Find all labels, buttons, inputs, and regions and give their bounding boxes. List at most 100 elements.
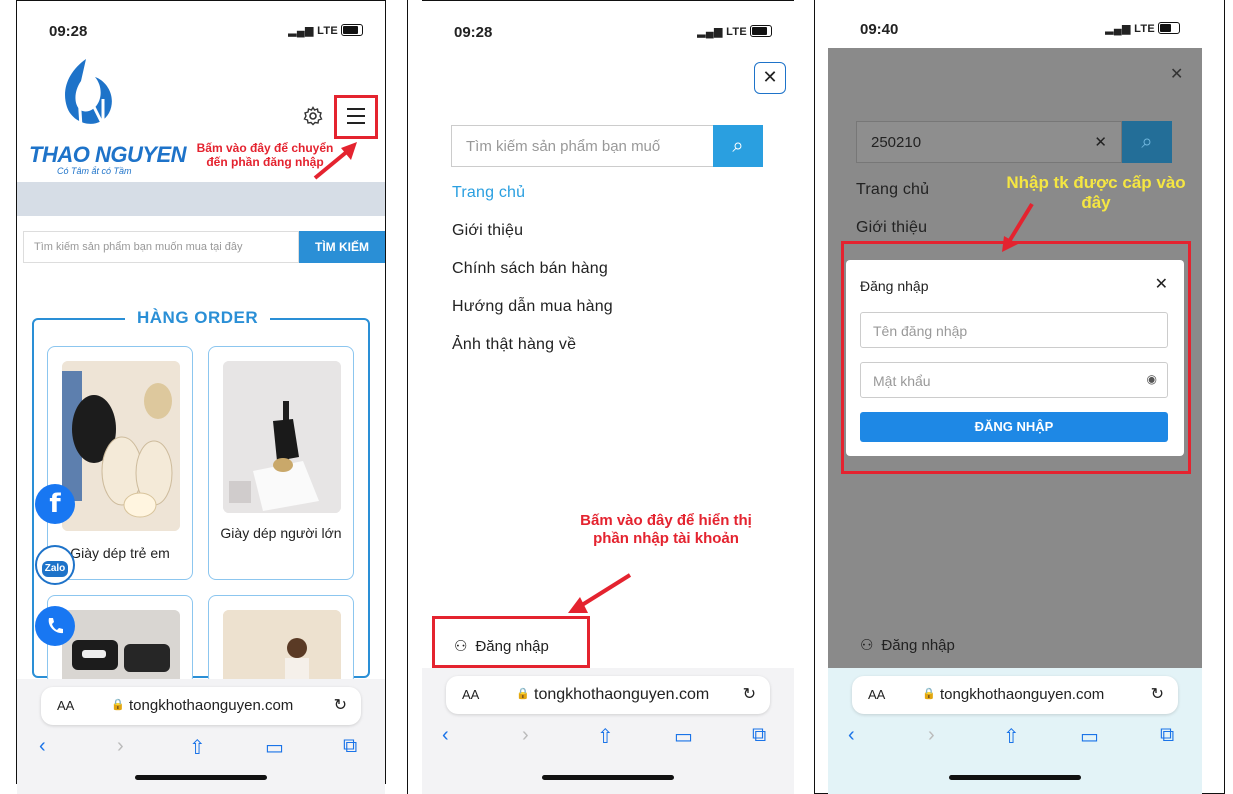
- bookmarks-icon[interactable]: ▭: [265, 735, 284, 760]
- hamburger-menu-icon[interactable]: [347, 108, 365, 124]
- url-text: tongkhothaonguyen.com: [534, 686, 710, 703]
- login-link-label: Đăng nhập: [475, 638, 549, 655]
- search-icon[interactable]: ⌕: [1122, 121, 1172, 163]
- address-bar[interactable]: AA 🔒 tongkhothaonguyen.com ↻: [852, 676, 1178, 714]
- forward-icon[interactable]: ›: [117, 735, 124, 758]
- signal-indicator: ▂▄▆ LTE: [697, 25, 772, 38]
- back-icon[interactable]: ‹: [848, 724, 855, 747]
- modal-title: Đăng nhập: [860, 278, 929, 294]
- product-image: [223, 361, 341, 513]
- dragon-logo-icon: [65, 59, 112, 128]
- tabs-icon[interactable]: ⧉: [1160, 724, 1174, 747]
- back-icon[interactable]: ‹: [39, 735, 46, 758]
- url-text: tongkhothaonguyen.com: [940, 686, 1105, 703]
- search-icon[interactable]: ⌕: [713, 125, 763, 167]
- tabs-icon[interactable]: ⧉: [343, 735, 357, 758]
- panel-3-login-screen: 09:40 ▂▄▆ LTE ✕ 250210 ✕ ⌕ Trang chủ Giớ…: [828, 0, 1202, 794]
- username-field[interactable]: Tên đăng nhập: [860, 312, 1168, 348]
- password-field[interactable]: Mật khẩu ◉: [860, 362, 1168, 398]
- eye-icon[interactable]: ◉: [1147, 372, 1157, 386]
- status-time: 09:28: [454, 24, 493, 41]
- login-link-label: Đăng nhập: [881, 637, 955, 654]
- reload-icon[interactable]: ↻: [334, 695, 347, 715]
- home-indicator: [542, 775, 674, 780]
- home-indicator: [135, 775, 267, 780]
- menu-item-sales-policy[interactable]: Chính sách bán hàng: [452, 260, 608, 278]
- close-menu-button[interactable]: ✕: [754, 62, 786, 94]
- status-bar: 09:28 ▂▄▆ LTE: [422, 19, 794, 47]
- lock-icon: 🔒: [922, 688, 936, 700]
- product-name: Giày dép người lớn: [220, 525, 342, 541]
- text-size-button[interactable]: AA: [868, 687, 885, 702]
- status-time: 09:28: [49, 23, 88, 40]
- section-title: HÀNG ORDER: [125, 308, 271, 328]
- reload-icon[interactable]: ↻: [1151, 684, 1164, 704]
- search-button[interactable]: TÌM KIẾM: [299, 231, 385, 263]
- product-card[interactable]: Giày dép trẻ em: [47, 346, 193, 580]
- menu-item-home[interactable]: Trang chủ: [856, 181, 929, 199]
- address-bar[interactable]: AA 🔒 tongkhothaonguyen.com ↻: [41, 687, 361, 725]
- product-image: [223, 610, 341, 690]
- back-icon[interactable]: ‹: [442, 724, 449, 747]
- modal-close-icon[interactable]: ✕: [1155, 274, 1168, 294]
- menu-item-real-photos[interactable]: Ảnh thật hàng về: [452, 336, 576, 354]
- close-menu-icon[interactable]: ✕: [1170, 64, 1183, 84]
- menu-item-home[interactable]: Trang chủ: [452, 184, 525, 202]
- network-label: LTE: [1134, 23, 1155, 35]
- menu-item-about[interactable]: Giới thiệu: [856, 219, 927, 237]
- product-image: [62, 610, 180, 690]
- forward-icon[interactable]: ›: [522, 724, 529, 747]
- search-value: 250210: [871, 134, 922, 151]
- bookmarks-icon[interactable]: ▭: [674, 724, 693, 749]
- phone-icon[interactable]: [35, 606, 75, 646]
- zalo-label: Zalo: [41, 561, 69, 577]
- signal-indicator: ▂▄▆ LTE: [288, 24, 363, 37]
- panel-2-menu-screen: 09:28 ▂▄▆ LTE ✕ Tìm kiếm sản phẩm bạn mu…: [422, 0, 794, 794]
- login-button[interactable]: ĐĂNG NHẬP: [860, 412, 1168, 442]
- banner-strip: [17, 182, 385, 216]
- share-icon[interactable]: ⇧: [597, 724, 614, 749]
- login-link[interactable]: ⚇ Đăng nhập: [454, 637, 549, 655]
- forward-icon[interactable]: ›: [928, 724, 935, 747]
- logo-tagline: Có Tâm ắt có Tầm: [57, 166, 132, 176]
- address-bar[interactable]: AA 🔒 tongkhothaonguyen.com ↻: [446, 676, 770, 714]
- url-text: tongkhothaonguyen.com: [129, 697, 294, 714]
- reload-icon[interactable]: ↻: [743, 684, 756, 704]
- clear-icon[interactable]: ✕: [1094, 133, 1107, 151]
- user-icon: ⚇: [860, 637, 874, 654]
- login-modal: Đăng nhập ✕ Tên đăng nhập Mật khẩu ◉ ĐĂN…: [846, 260, 1184, 456]
- browser-toolbar: AA 🔒 tongkhothaonguyen.com ↻ ‹ › ⇧ ▭ ⧉: [422, 668, 794, 794]
- search-input[interactable]: Tìm kiếm sản phẩm bạn muốn mua tại đây: [23, 231, 299, 263]
- signal-indicator: ▂▄▆ LTE: [1105, 22, 1180, 35]
- home-indicator: [949, 775, 1081, 780]
- logo-wordmark: THAO NGUYEN: [29, 142, 187, 167]
- settings-gear-icon[interactable]: [303, 106, 323, 126]
- browser-toolbar: AA 🔒 tongkhothaonguyen.com ↻ ‹ › ⇧ ▭ ⧉: [828, 668, 1202, 794]
- text-size-button[interactable]: AA: [462, 687, 479, 702]
- browser-nav: ‹ › ⇧ ▭ ⧉: [422, 724, 794, 754]
- network-label: LTE: [726, 26, 747, 38]
- login-link[interactable]: ⚇ Đăng nhập: [860, 636, 955, 654]
- browser-nav: ‹ › ⇧ ▭ ⧉: [17, 735, 385, 765]
- browser-nav: ‹ › ⇧ ▭ ⧉: [828, 724, 1202, 754]
- status-bar: 09:28 ▂▄▆ LTE: [17, 18, 385, 46]
- facebook-icon[interactable]: f: [35, 484, 75, 524]
- user-icon: ⚇: [454, 638, 468, 655]
- tabs-icon[interactable]: ⧉: [752, 724, 766, 747]
- menu-item-buying-guide[interactable]: Hướng dẫn mua hàng: [452, 298, 613, 316]
- password-placeholder: Mật khẩu: [873, 373, 931, 389]
- zalo-icon[interactable]: Zalo: [35, 545, 75, 585]
- search-input[interactable]: Tìm kiếm sản phẩm bạn muố: [451, 125, 714, 167]
- battery-icon: [1158, 22, 1180, 34]
- share-icon[interactable]: ⇧: [189, 735, 206, 760]
- battery-icon: [341, 24, 363, 36]
- menu-item-about[interactable]: Giới thiệu: [452, 222, 523, 240]
- red-arrow-icon: [313, 142, 357, 180]
- bookmarks-icon[interactable]: ▭: [1080, 724, 1099, 749]
- browser-toolbar: AA 🔒 tongkhothaonguyen.com ↻ ‹ › ⇧ ▭ ⧉: [17, 679, 385, 794]
- text-size-button[interactable]: AA: [57, 698, 74, 713]
- share-icon[interactable]: ⇧: [1003, 724, 1020, 749]
- product-card[interactable]: [208, 595, 354, 690]
- search-input[interactable]: 250210 ✕: [856, 121, 1122, 163]
- product-card[interactable]: Giày dép người lớn: [208, 346, 354, 580]
